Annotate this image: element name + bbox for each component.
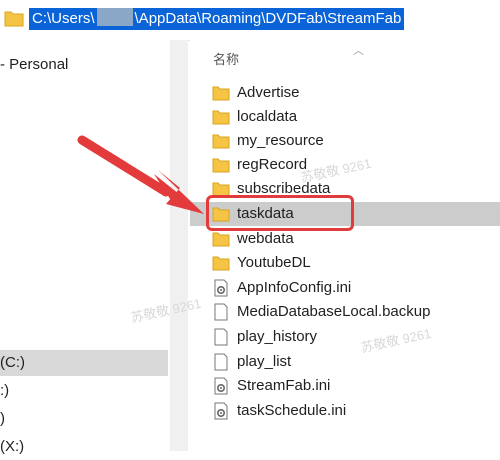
list-item[interactable]: localdata (190, 105, 500, 129)
file-name: taskSchedule.ini (237, 402, 347, 419)
folder-icon (212, 132, 230, 150)
file-icon (212, 303, 230, 321)
file-icon (212, 353, 230, 371)
list-item[interactable]: StreamFab.ini (190, 374, 500, 398)
settings-file-icon (212, 402, 230, 420)
file-list: ︿ 名称 Advertise localdata my_resource reg… (190, 40, 500, 451)
path-prefix: C:\Users\ (32, 10, 95, 27)
column-header-name[interactable]: 名称 (213, 49, 239, 68)
nav-item-label: (C:) (0, 354, 25, 371)
navigation-pane: - Personal (C:) :) ) (X:) (0, 40, 188, 455)
redacted-username (96, 8, 133, 26)
path-suffix: \AppData\Roaming\DVDFab\StreamFab (134, 10, 402, 27)
list-item[interactable]: AppInfoConfig.ini (190, 276, 500, 300)
file-name: YoutubeDL (237, 254, 311, 271)
file-name: StreamFab.ini (237, 377, 331, 394)
nav-item-drive-3[interactable]: ) (0, 406, 5, 432)
list-item[interactable]: play_history (190, 325, 500, 349)
nav-item-label: ) (0, 410, 5, 427)
nav-item-label: (X:) (0, 438, 25, 455)
chevron-up-icon: ︿ (353, 45, 364, 57)
folder-icon (4, 9, 24, 32)
file-name: regRecord (237, 156, 308, 173)
nav-item-label: - Personal (0, 56, 69, 73)
folder-icon (212, 84, 230, 102)
file-icon (212, 328, 230, 346)
list-item[interactable]: play_list (190, 350, 500, 374)
list-item[interactable]: taskSchedule.ini (190, 399, 500, 423)
list-item[interactable]: MediaDatabaseLocal.backup (190, 300, 500, 324)
folder-icon (212, 254, 230, 272)
address-path[interactable]: C:\Users\ \AppData\Roaming\DVDFab\StreamF… (29, 8, 405, 30)
annotation-arrow-icon (77, 135, 204, 214)
file-name: webdata (237, 230, 294, 247)
address-bar[interactable]: C:\Users\ \AppData\Roaming\DVDFab\StreamF… (0, 0, 500, 41)
nav-item-label: :) (0, 382, 10, 399)
nav-scrollbar[interactable] (170, 40, 188, 451)
file-name: my_resource (237, 132, 324, 149)
file-name: Advertise (237, 84, 300, 101)
list-item[interactable]: Advertise (190, 81, 500, 105)
folder-icon (212, 156, 230, 174)
list-item[interactable]: my_resource (190, 129, 500, 153)
settings-file-icon (212, 279, 230, 297)
highlight-box (206, 195, 354, 231)
nav-item-drive-2[interactable]: :) (0, 378, 9, 404)
folder-icon (212, 108, 230, 126)
nav-item-drive-x[interactable]: (X:) (0, 434, 24, 460)
file-name: localdata (237, 108, 298, 125)
nav-item-drive-c[interactable]: (C:) (0, 350, 168, 376)
nav-item-personal[interactable]: - Personal (0, 52, 68, 78)
file-name: MediaDatabaseLocal.backup (237, 303, 431, 320)
list-item[interactable]: YoutubeDL (190, 251, 500, 275)
file-name: AppInfoConfig.ini (237, 279, 352, 296)
folder-icon (212, 230, 230, 248)
file-name: play_list (237, 353, 292, 370)
settings-file-icon (212, 377, 230, 395)
file-name: play_history (237, 328, 318, 345)
